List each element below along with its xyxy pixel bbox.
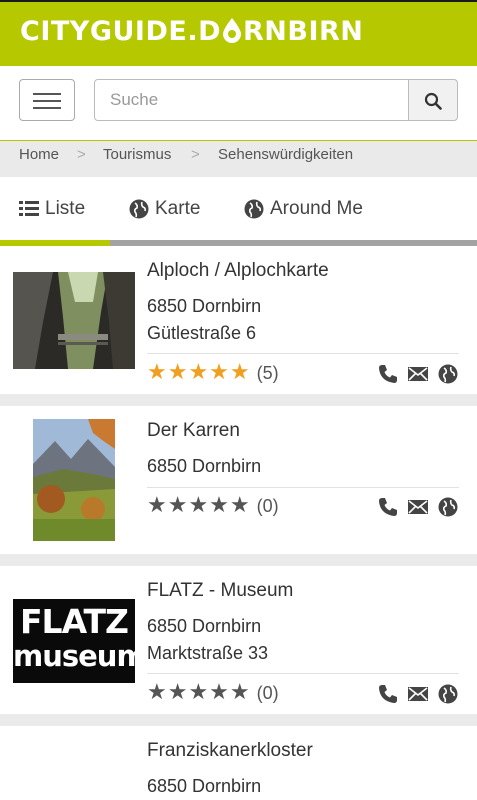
- hamburger-line: [33, 100, 61, 102]
- breadcrumb: Home > Tourismus > Sehenswürdigkeiten: [0, 141, 477, 177]
- item-title[interactable]: Franziskanerkloster: [147, 740, 313, 762]
- tab-karte-label: Karte: [155, 198, 201, 219]
- item-zip-city: 6850 Dornbirn: [147, 776, 262, 796]
- rating-count: (0): [256, 495, 279, 516]
- item-title[interactable]: Alploch / Alplochkarte: [147, 260, 329, 282]
- breadcrumb-current: Sehenswürdigkeiten: [218, 146, 354, 163]
- phone-icon[interactable]: [378, 364, 398, 384]
- view-tabs: Liste Karte Around Me: [0, 178, 477, 246]
- item-actions: [378, 684, 458, 704]
- globe-icon[interactable]: [438, 684, 458, 704]
- item-title[interactable]: Der Karren: [147, 420, 240, 442]
- item-rating[interactable]: ★★★★★ (0): [147, 682, 279, 704]
- phone-icon[interactable]: [378, 497, 398, 517]
- divider: [147, 487, 459, 488]
- list-item[interactable]: FLATZ museum FLATZ - Museum 6850 Dornbir…: [0, 566, 477, 714]
- item-rating[interactable]: ★★★★★ (0): [147, 495, 279, 517]
- tab-karte[interactable]: Karte: [129, 198, 200, 220]
- breadcrumb-tourismus[interactable]: Tourismus: [103, 146, 171, 163]
- item-zip-city: 6850 Dornbirn: [147, 616, 262, 636]
- rating-stars: ★★★★★: [147, 360, 251, 385]
- list-separator: [0, 554, 477, 566]
- item-zip-city: 6850 Dornbirn: [147, 456, 262, 476]
- hamburger-line: [33, 107, 61, 109]
- item-rating[interactable]: ★★★★★ (5): [147, 362, 279, 384]
- list-item[interactable]: Der Karren 6850 Dornbirn ★★★★★ (0): [0, 406, 477, 554]
- globe-icon[interactable]: [438, 497, 458, 517]
- list-separator: [0, 394, 477, 406]
- logo-text-right: RNBIRN: [243, 16, 364, 47]
- divider: [147, 673, 459, 674]
- list-item[interactable]: Franziskanerkloster 6850 Dornbirn: [0, 726, 477, 800]
- item-image-mountain: [33, 419, 115, 541]
- app-header: CITYGUIDE.D RNBIRN: [0, 0, 477, 66]
- rating-stars: ★★★★★: [147, 680, 251, 705]
- cityguide-logo[interactable]: CITYGUIDE.D RNBIRN: [20, 16, 363, 47]
- item-image-flatz-logo: FLATZ museum: [13, 599, 135, 683]
- flatz-logo-line2: museum: [13, 639, 135, 673]
- rating-stars: ★★★★★: [147, 493, 251, 518]
- breadcrumb-separator: >: [191, 146, 200, 163]
- list-separator: [0, 714, 477, 726]
- drop-o-icon: [223, 18, 241, 43]
- logo-text-left: CITYGUIDE.D: [20, 16, 221, 47]
- rating-count: (5): [256, 362, 279, 383]
- list-item[interactable]: Alploch / Alplochkarte 6850 Dornbirn Güt…: [0, 246, 477, 394]
- item-image-gorge: [13, 272, 135, 369]
- globe-icon: [129, 199, 149, 219]
- item-street: Marktstraße 33: [147, 643, 269, 663]
- item-zip-city: 6850 Dornbirn: [147, 296, 262, 316]
- tab-around-me[interactable]: Around Me: [244, 198, 363, 220]
- mail-icon[interactable]: [408, 499, 428, 515]
- breadcrumb-separator: >: [77, 146, 86, 163]
- hamburger-line: [33, 93, 61, 95]
- mail-icon[interactable]: [408, 686, 428, 702]
- tab-liste[interactable]: Liste: [19, 198, 85, 220]
- item-actions: [378, 497, 458, 517]
- globe-icon: [244, 199, 264, 219]
- divider: [147, 353, 459, 354]
- item-actions: [378, 364, 458, 384]
- tab-liste-label: Liste: [45, 198, 86, 219]
- item-street: Gütlestraße 6: [147, 323, 257, 343]
- rating-count: (0): [256, 682, 279, 703]
- mail-icon[interactable]: [408, 366, 428, 382]
- search-icon: [424, 92, 442, 110]
- menu-button[interactable]: [19, 79, 75, 121]
- tab-around-me-label: Around Me: [270, 198, 363, 219]
- breadcrumb-home[interactable]: Home: [19, 146, 59, 163]
- phone-icon[interactable]: [378, 684, 398, 704]
- search-input[interactable]: [94, 79, 409, 121]
- item-title[interactable]: FLATZ - Museum: [147, 580, 293, 602]
- globe-icon[interactable]: [438, 364, 458, 384]
- search-button[interactable]: [408, 79, 458, 121]
- search-bar: [0, 66, 477, 141]
- list-icon: [19, 201, 39, 216]
- flatz-logo-line1: FLATZ: [20, 602, 129, 641]
